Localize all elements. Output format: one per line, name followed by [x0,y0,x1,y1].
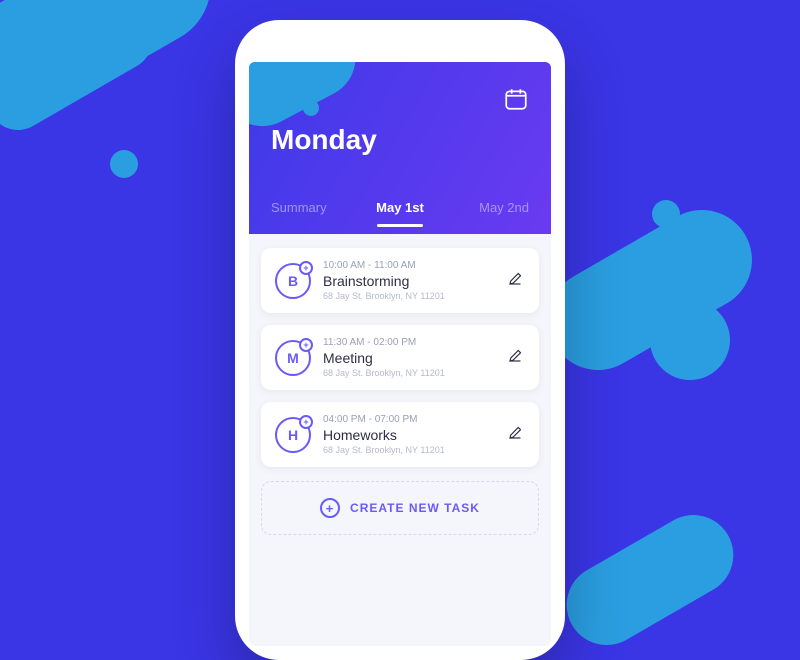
edit-icon[interactable] [507,423,525,446]
task-location: 68 Jay St. Brooklyn, NY 11201 [323,445,495,455]
calendar-icon[interactable] [503,86,529,117]
task-letter: B [288,273,298,289]
edit-icon[interactable] [507,269,525,292]
task-card[interactable]: H + 04:00 PM - 07:00 PM Homeworks 68 Jay… [261,402,539,467]
task-title: Brainstorming [323,273,495,289]
screen: Monday Summary May 1st May 2nd B + 10:00… [249,62,551,646]
day-title: Monday [271,124,377,156]
task-card[interactable]: M + 11:30 AM - 02:00 PM Meeting 68 Jay S… [261,325,539,390]
task-title: Homeworks [323,427,495,443]
header-decoration-dot [303,100,319,116]
bg-blob [530,192,771,389]
bg-blob [650,300,730,380]
tab-summary[interactable]: Summary [271,200,354,227]
task-avatar-icon: M + [275,340,311,376]
header: Monday Summary May 1st May 2nd [249,62,551,234]
task-avatar-icon: B + [275,263,311,299]
task-time: 10:00 AM - 11:00 AM [323,260,495,271]
plus-badge-icon: + [299,415,313,429]
create-task-label: CREATE NEW TASK [350,501,480,515]
plus-badge-icon: + [299,338,313,352]
tab-may-1st[interactable]: May 1st [354,200,446,227]
create-task-button[interactable]: + CREATE NEW TASK [261,481,539,535]
task-card[interactable]: B + 10:00 AM - 11:00 AM Brainstorming 68… [261,248,539,313]
task-avatar-icon: H + [275,417,311,453]
plus-badge-icon: + [299,261,313,275]
tabs: Summary May 1st May 2nd [249,192,551,234]
bg-blob [552,500,748,659]
task-time: 04:00 PM - 07:00 PM [323,414,495,425]
edit-icon[interactable] [507,346,525,369]
phone-frame: Monday Summary May 1st May 2nd B + 10:00… [235,20,565,660]
task-content: 10:00 AM - 11:00 AM Brainstorming 68 Jay… [323,260,495,301]
task-content: 04:00 PM - 07:00 PM Homeworks 68 Jay St.… [323,414,495,455]
bg-blob-dot [110,150,138,178]
task-location: 68 Jay St. Brooklyn, NY 11201 [323,368,495,378]
plus-circle-icon: + [320,498,340,518]
task-location: 68 Jay St. Brooklyn, NY 11201 [323,291,495,301]
task-time: 11:30 AM - 02:00 PM [323,337,495,348]
task-letter: M [287,350,299,366]
task-title: Meeting [323,350,495,366]
tab-may-2nd[interactable]: May 2nd [446,200,529,227]
task-list: B + 10:00 AM - 11:00 AM Brainstorming 68… [249,234,551,481]
task-content: 11:30 AM - 02:00 PM Meeting 68 Jay St. B… [323,337,495,378]
task-letter: H [288,427,298,443]
